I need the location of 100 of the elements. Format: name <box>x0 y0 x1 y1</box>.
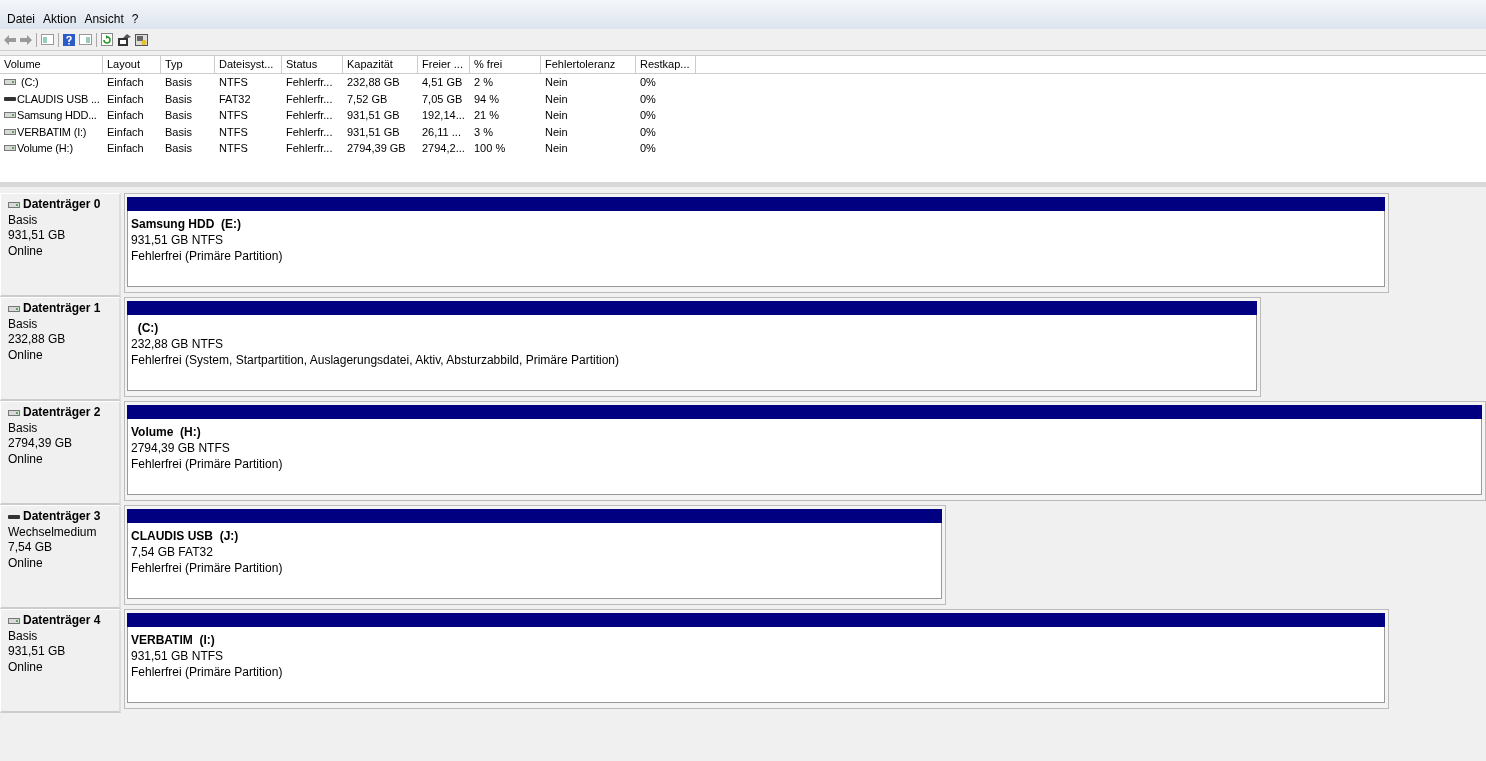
disk-state: Online <box>8 243 44 260</box>
menu-item[interactable]: Aktion <box>39 12 81 26</box>
disk-type: Basis <box>8 420 39 437</box>
partition-status: Fehlerfrei (Primäre Partition) <box>131 456 283 473</box>
table-cell: Fehlerfr... <box>286 92 333 105</box>
partition-status: Fehlerfrei (Primäre Partition) <box>131 664 283 681</box>
column-header[interactable]: Freier ... <box>418 56 470 73</box>
table-cell: Samsung HDD... <box>17 109 97 122</box>
partition-name: Samsung HDD (E:) <box>131 217 241 233</box>
disk-size: 931,51 GB <box>8 228 67 244</box>
table-cell: 21 % <box>474 109 500 122</box>
table-cell: Fehlerfr... <box>286 125 333 138</box>
disk-info-panel[interactable]: Datenträger 4 Basis 931,51 GB Online <box>0 609 121 713</box>
table-cell-text: (C:) <box>20 76 39 89</box>
table-cell: 0% <box>640 76 656 89</box>
column-header[interactable]: Typ <box>161 56 215 73</box>
column-header[interactable]: Layout <box>103 56 161 73</box>
table-cell: Einfach <box>107 92 144 105</box>
partition-block[interactable]: Volume (H:) 2794,39 GB NTFS Fehlerfrei (Primäre Partition) <box>124 401 1486 501</box>
table-cell: 0% <box>640 109 656 122</box>
partition-block[interactable]: VERBATIM (I:) 931,51 GB NTFS Fehlerfrei (Primäre Partition) <box>124 609 1389 709</box>
disk-state: Online <box>8 555 44 572</box>
disk-state: Online <box>8 659 44 676</box>
disk-name: Datenträger 1 <box>23 301 101 317</box>
column-header[interactable]: % frei <box>470 56 541 73</box>
table-cell: 0% <box>640 92 656 105</box>
table-cell: Nein <box>545 125 568 138</box>
table-cell: Einfach <box>107 142 144 155</box>
table-cell: 3 % <box>474 125 493 138</box>
column-header[interactable]: Fehlertoleranz <box>541 56 636 73</box>
disk-type: Wechselmedium <box>8 524 98 541</box>
table-cell: Volume (H:) <box>17 142 73 155</box>
column-header[interactable]: Volume <box>0 56 103 73</box>
column-header[interactable]: Status <box>282 56 343 73</box>
partition-name: VERBATIM (I:) <box>131 633 215 649</box>
disk-size: 7,54 GB <box>8 540 54 556</box>
table-cell: 0% <box>640 125 656 138</box>
drive-icon <box>4 127 16 136</box>
partition-size: 232,88 GB NTFS <box>131 336 224 353</box>
properties-icon[interactable] <box>117 33 131 46</box>
disk-size: 931,51 GB <box>8 644 67 660</box>
partition-block[interactable]: Samsung HDD (E:) 931,51 GB NTFS Fehlerfrei (Primäre Partition) <box>124 193 1389 293</box>
partition-block[interactable]: (C:) 232,88 GB NTFS Fehlerfrei (System, Startpartition, Auslagerungsdatei, Aktiv, Absturzabbild, Primäre Partition) <box>124 297 1261 397</box>
table-cell: 100 % <box>474 142 506 155</box>
disk-size: 2794,39 GB <box>8 436 74 452</box>
disk-size: 232,88 GB <box>8 332 67 348</box>
panel-icon[interactable] <box>79 34 92 45</box>
column-header[interactable]: Restkap... <box>636 56 696 73</box>
table-cell: 7,05 GB <box>422 92 463 105</box>
table-cell: Nein <box>545 109 568 122</box>
disk-name: Datenträger 3 <box>23 509 101 525</box>
table-cell: Basis <box>165 142 192 155</box>
disk-settings-icon[interactable] <box>135 33 148 46</box>
drive-icon <box>8 304 20 313</box>
table-cell: FAT32 <box>219 92 251 105</box>
table-cell: 2794,39 GB <box>347 142 406 155</box>
table-cell: Fehlerfr... <box>286 109 333 122</box>
refresh-icon[interactable] <box>101 33 113 46</box>
disk-state: Online <box>8 347 44 364</box>
disk-info-panel[interactable]: Datenträger 3 Wechselmedium 7,54 GB Online <box>0 505 121 609</box>
table-cell: 2 % <box>474 76 493 89</box>
drive-icon <box>8 616 20 625</box>
column-header[interactable]: Kapazität <box>343 56 418 73</box>
table-cell: Nein <box>545 76 568 89</box>
disk-info-panel[interactable]: Datenträger 1 Basis 232,88 GB Online <box>0 297 121 401</box>
table-cell: 931,51 GB <box>347 125 400 138</box>
forward-arrow-icon[interactable] <box>20 34 32 45</box>
partition-size: 931,51 GB NTFS <box>131 648 224 665</box>
table-cell: 4,51 GB <box>422 76 463 89</box>
disk-type: Basis <box>8 628 39 645</box>
table-cell: Basis <box>165 109 192 122</box>
partition-size: 2794,39 GB NTFS <box>131 440 230 457</box>
panel-icon[interactable] <box>41 34 54 45</box>
disk-info-panel[interactable]: Datenträger 0 Basis 931,51 GB Online <box>0 193 121 297</box>
table-cell: Einfach <box>107 125 144 138</box>
table-cell: 26,11 ... <box>422 125 461 138</box>
menu-item[interactable]: ? <box>127 12 143 26</box>
menu-item[interactable]: Ansicht <box>80 12 128 26</box>
disk-name: Datenträger 4 <box>23 613 101 629</box>
partition-block[interactable]: CLAUDIS USB (J:) 7,54 GB FAT32 Fehlerfrei (Primäre Partition) <box>124 505 946 605</box>
table-cell: NTFS <box>219 76 248 89</box>
disk-state: Online <box>8 451 44 468</box>
table-cell: Fehlerfr... <box>286 142 333 155</box>
table-cell: Fehlerfr... <box>286 76 333 89</box>
column-header[interactable]: Dateisyst... <box>215 56 282 73</box>
help-icon[interactable] <box>63 33 75 46</box>
disk-info-panel[interactable]: Datenträger 2 Basis 2794,39 GB Online <box>0 401 121 505</box>
table-cell: VERBATIM (I:) <box>17 125 87 138</box>
menu-item[interactable]: Datei <box>3 12 39 26</box>
table-cell: 2794,2... <box>422 142 465 155</box>
drive-icon <box>8 200 20 209</box>
table-cell: NTFS <box>219 142 248 155</box>
table-cell: NTFS <box>219 125 248 138</box>
table-cell: NTFS <box>219 109 248 122</box>
table-cell: Nein <box>545 142 568 155</box>
back-arrow-icon[interactable] <box>4 34 16 45</box>
partition-size: 7,54 GB FAT32 <box>131 544 213 561</box>
disk-type: Basis <box>8 212 39 229</box>
drive-icon <box>8 408 20 417</box>
table-cell: 94 % <box>474 92 500 105</box>
